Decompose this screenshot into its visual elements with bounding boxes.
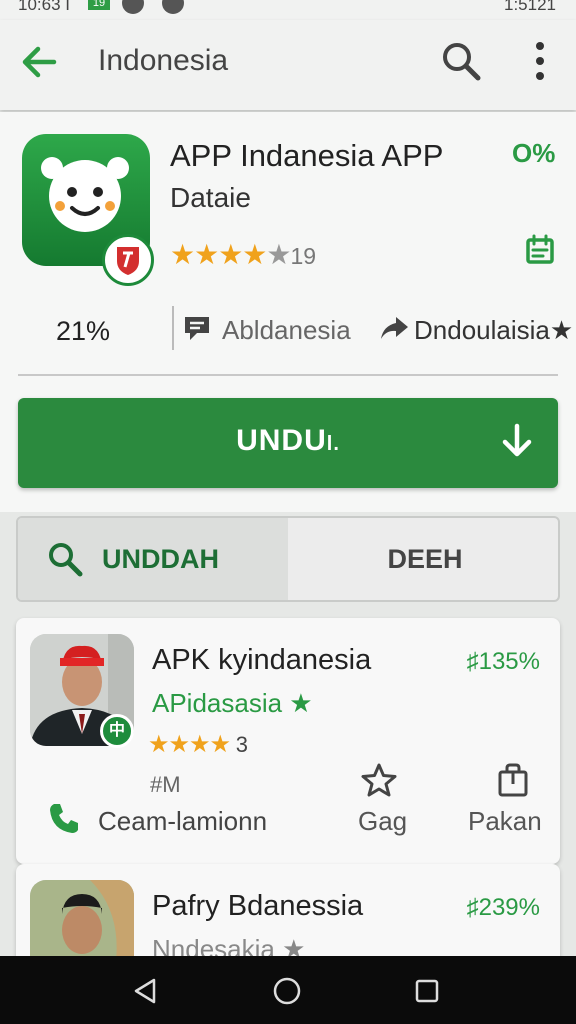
- card-action-star-label[interactable]: Gag: [358, 806, 407, 837]
- stat-divider: [172, 306, 174, 350]
- card-percent: ♯135%: [466, 648, 540, 675]
- search-icon: [49, 543, 83, 577]
- app-name: APP Indanesia APP: [170, 138, 444, 173]
- recents-square-icon[interactable]: [412, 976, 442, 1006]
- system-nav-bar: [0, 956, 576, 1024]
- app-developer: Dataie: [170, 182, 251, 213]
- card-action-call-label[interactable]: Ceam-lamionn: [98, 806, 267, 837]
- card-rating: ★★★★ 3: [148, 730, 248, 759]
- status-notification-icon: [122, 0, 144, 14]
- status-bar: 10:63 I 19 1:5121: [0, 0, 576, 20]
- status-clock-right: 1:5121: [504, 0, 556, 14]
- card-title: APK kyindanesia: [152, 644, 372, 676]
- app-rating: ★★★★★19: [170, 238, 316, 271]
- card-badge: 中: [100, 714, 134, 748]
- card-subtitle: APidasasia ★: [152, 688, 313, 718]
- phone-icon[interactable]: [46, 800, 82, 836]
- arrow-left-icon[interactable]: [18, 40, 62, 84]
- download-arrow-icon: [502, 423, 532, 457]
- status-notification-badge: 19: [88, 0, 110, 10]
- tab-bar: UNDDAH DEEH: [16, 516, 560, 602]
- star-outline-icon[interactable]: [360, 762, 398, 798]
- stat-share-label[interactable]: Dndoulaisia★: [414, 315, 573, 346]
- page-title: Indonesia: [98, 44, 229, 77]
- divider: [18, 374, 558, 376]
- status-time: 10:63 I: [18, 0, 70, 14]
- rating-stars: ★★★★: [170, 239, 267, 270]
- card-meta: #M: [150, 772, 181, 797]
- app-bar: Indonesia: [0, 20, 576, 110]
- wishlist-icon[interactable]: [522, 232, 558, 268]
- app-detail-header: APP Indanesia APP Dataie ★★★★★19 O% 21% …: [0, 112, 576, 512]
- tab-unddah[interactable]: UNDDAH: [18, 518, 288, 600]
- status-notification-icon: [162, 0, 184, 14]
- shield-badge: [102, 234, 154, 286]
- install-button[interactable]: UNDUl.: [18, 398, 558, 488]
- comment-icon: [185, 317, 209, 340]
- app-stats-row: 21% Abldanesia Dndoulaisia★: [0, 302, 576, 356]
- card-rating-count: 3: [235, 732, 248, 757]
- rating-half-star: ★: [266, 239, 291, 270]
- tab-label: UNDDAH: [102, 544, 219, 574]
- install-button-label: UNDUl.: [236, 424, 340, 457]
- stat-percent: 21%: [56, 316, 111, 346]
- app-icon: [22, 134, 154, 286]
- home-circle-icon[interactable]: [272, 976, 302, 1006]
- card-title: Pafry Bdanessia: [152, 890, 364, 922]
- app-percent-badge: O%: [512, 138, 556, 168]
- card-rating-stars: ★★★★: [148, 731, 231, 758]
- back-triangle-icon[interactable]: [130, 976, 160, 1006]
- tab-deeh[interactable]: DEEH: [288, 518, 558, 600]
- more-vert-icon[interactable]: [522, 38, 558, 84]
- tab-label: DEEH: [387, 544, 463, 574]
- search-icon[interactable]: [438, 38, 484, 84]
- stat-reviews-label[interactable]: Abldanesia: [222, 315, 351, 346]
- shopping-bag-icon[interactable]: [496, 762, 530, 798]
- card-action-bag-label[interactable]: Pakan: [468, 806, 542, 837]
- share-arrow-icon[interactable]: [378, 314, 410, 342]
- app-list-card[interactable]: 中 APK kyindanesia APidasasia ★ ♯135% ★★★…: [16, 618, 560, 864]
- rating-count: 19: [290, 243, 317, 269]
- shield-icon: [117, 247, 139, 275]
- smiley-face-icon: [41, 157, 129, 232]
- card-percent: ♯239%: [466, 894, 540, 921]
